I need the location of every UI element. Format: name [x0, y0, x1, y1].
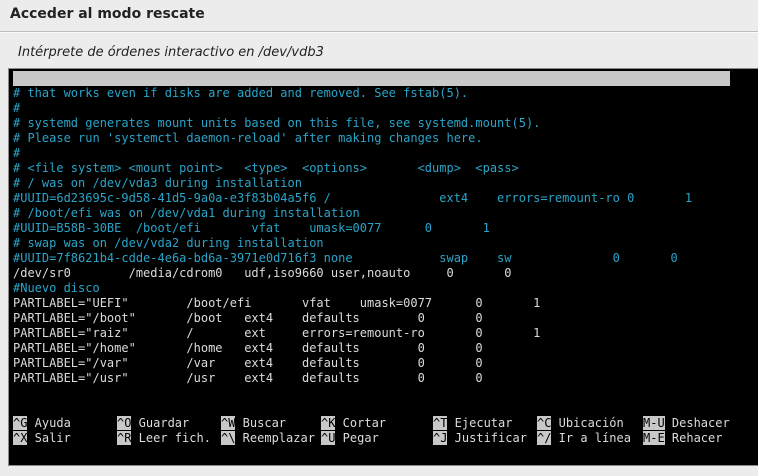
shortcut-item: ^G Ayuda: [13, 416, 71, 431]
shortcut-label: Deshacer: [664, 416, 730, 430]
editor-line: PARTLABEL="/var" /var ext4 defaults 0 0: [13, 356, 483, 370]
editor-line: # /boot/efi was on /dev/vda1 during inst…: [13, 206, 360, 220]
shortcut-item: M-U Deshacer: [643, 416, 730, 431]
editor-line: # that works even if disks are added and…: [13, 86, 469, 100]
editor-line: # / was on /dev/vda3 during installation: [13, 176, 302, 190]
shortcut-label: Ayuda: [27, 416, 71, 430]
shortcut-key: ^U: [321, 431, 336, 445]
shortcut-key: ^X: [13, 431, 28, 445]
shortcut-key: ^K: [321, 416, 336, 430]
shortcut-item: M-E Rehacer: [643, 431, 722, 446]
shortcut-label: Pegar: [335, 431, 379, 445]
shortcut-key: ^G: [13, 416, 28, 430]
editor-line: #: [13, 146, 21, 160]
shortcut-item: ^/ Ir a línea: [537, 431, 631, 446]
editor-line: PARTLABEL="/usr" /usr ext4 defaults 0 0: [13, 371, 483, 385]
window-title: Acceder al modo rescate: [10, 6, 205, 22]
shortcut-item: ^R Leer fich.: [117, 431, 211, 446]
shortcut-item: ^T Ejecutar: [433, 416, 512, 431]
editor-buffer[interactable]: # that works even if disks are added and…: [13, 86, 692, 386]
shortcut-row-1: ^G Ayuda ^O Guardar ^W Buscar ^K Cortar ^T E…: [13, 416, 753, 431]
shortcut-key: ^\: [221, 431, 236, 445]
shortcut-key: ^/: [537, 431, 552, 445]
shortcut-item: ^U Pegar: [321, 431, 379, 446]
shortcut-item: ^W Buscar: [221, 416, 286, 431]
nano-header: GNU nano 7.2 /etc/fstab: [13, 71, 730, 115]
shortcut-label: Ejecutar: [447, 416, 513, 430]
shortcut-item: ^J Justificar: [433, 431, 527, 446]
shortcut-label: Cortar: [335, 416, 387, 430]
editor-line: PARTLABEL="/home" /home ext4 defaults 0 …: [13, 341, 483, 355]
shortcut-key: ^J: [433, 431, 448, 445]
editor-line: # Please run 'systemctl daemon-reload' a…: [13, 131, 483, 145]
shortcut-label: Salir: [27, 431, 71, 445]
shortcut-label: Guardar: [131, 416, 190, 430]
editor-line: #UUID=6d23695c-9d58-41d5-9a0a-e3f83b04a5…: [13, 191, 693, 205]
editor-line: PARTLABEL="/boot" /boot ext4 defaults 0 …: [13, 311, 483, 325]
shortcut-row-2: ^X Salir ^R Leer fich. ^\ Reemplazar ^U Peg…: [13, 431, 753, 446]
shortcut-bar: ^G Ayuda ^O Guardar ^W Buscar ^K Cortar ^T E…: [13, 416, 753, 446]
shortcut-label: Ir a línea: [551, 431, 631, 445]
shortcut-key: ^T: [433, 416, 448, 430]
shortcut-label: Leer fich.: [131, 431, 211, 445]
editor-line: #UUID=B58B-30BE /boot/efi vfat umask=007…: [13, 221, 490, 235]
shortcut-item: ^O Guardar: [117, 416, 189, 431]
terminal[interactable]: GNU nano 7.2 /etc/fstab # that works eve…: [8, 68, 758, 466]
shortcut-item: ^C Ubicación: [537, 416, 624, 431]
editor-line: PARTLABEL="UEFI" /boot/efi vfat umask=00…: [13, 296, 541, 310]
editor-line: PARTLABEL="raiz" / ext errors=remount-ro…: [13, 326, 541, 340]
editor-line: #UUID=7f8621b4-cdde-4e6a-bd6a-3971e0d716…: [13, 251, 678, 265]
shortcut-key: ^R: [117, 431, 132, 445]
shortcut-item: ^X Salir: [13, 431, 71, 446]
shortcut-label: Buscar: [235, 416, 287, 430]
panel-subtitle: Intérprete de órdenes interactivo en /de…: [18, 45, 324, 60]
shortcut-item: ^\ Reemplazar: [221, 431, 315, 446]
editor-line: /dev/sr0 /media/cdrom0 udf,iso9660 user,…: [13, 266, 512, 280]
editor-line: # swap was on /dev/vda2 during installat…: [13, 236, 324, 250]
editor-line: # systemd generates mount units based on…: [13, 116, 541, 130]
editor-line: # <file system> <mount point> <type> <op…: [13, 161, 519, 175]
shortcut-label: Rehacer: [664, 431, 723, 445]
editor-line: #: [13, 101, 21, 115]
shortcut-label: Ubicación: [551, 416, 624, 430]
shortcut-key: M-U: [643, 416, 665, 430]
window-title-bar: Acceder al modo rescate: [0, 0, 758, 30]
shortcut-key: ^W: [221, 416, 236, 430]
shortcut-item: ^K Cortar: [321, 416, 386, 431]
editor-line: #Nuevo disco: [13, 281, 100, 295]
shortcut-key: ^C: [537, 416, 552, 430]
shortcut-label: Reemplazar: [235, 431, 315, 445]
title-separator-highlight: [0, 32, 758, 33]
shortcut-label: Justificar: [447, 431, 527, 445]
shortcut-key: M-E: [643, 431, 665, 445]
shortcut-key: ^O: [117, 416, 132, 430]
